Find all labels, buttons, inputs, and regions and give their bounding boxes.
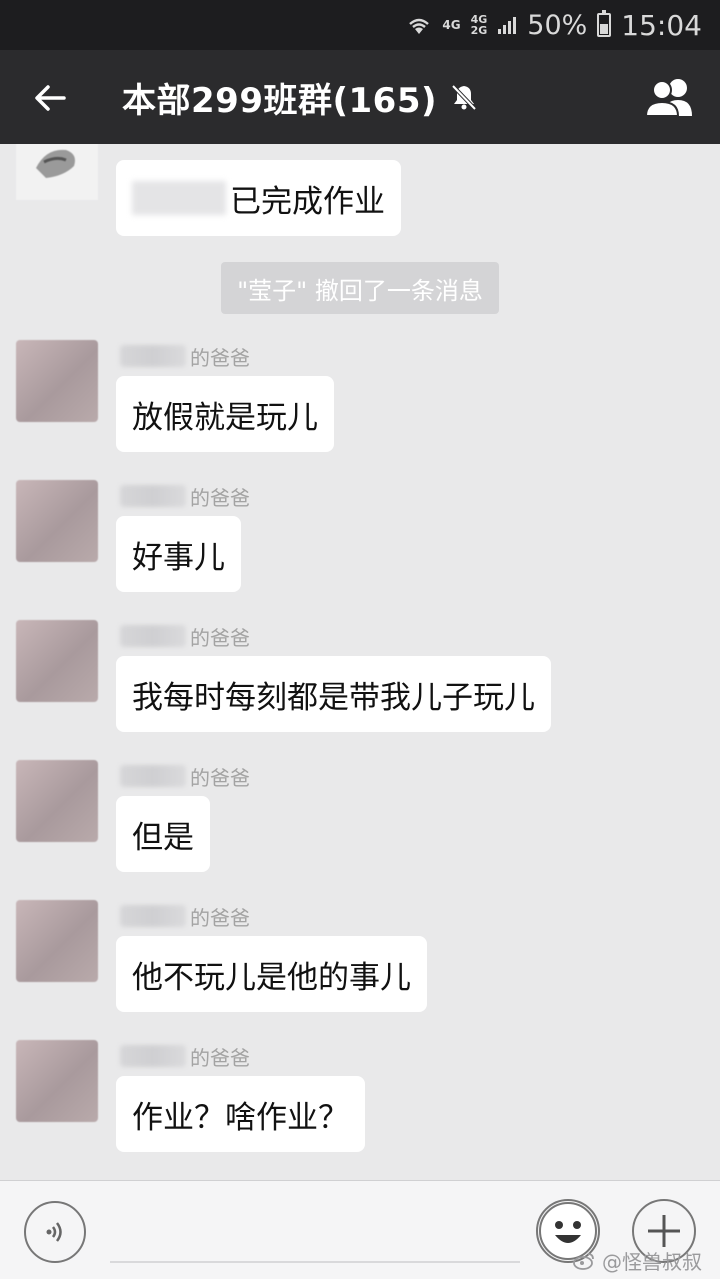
chat-messages[interactable]: 已完成作业 "莹子" 撤回了一条消息 的爸爸 放假就是玩儿 的爸爸 好事儿 的爸… — [0, 144, 720, 1180]
message-bubble[interactable]: 我每时每刻都是带我儿子玩儿 — [116, 656, 551, 732]
message-bubble[interactable]: 好事儿 — [116, 516, 241, 592]
sender-suffix: 的爸爸 — [190, 1045, 250, 1070]
battery-icon — [597, 10, 612, 37]
blurred-name — [120, 345, 186, 367]
sender-suffix: 的爸爸 — [190, 765, 250, 790]
avatar[interactable] — [16, 760, 98, 842]
voice-button[interactable] — [24, 1201, 86, 1263]
avatar[interactable] — [16, 620, 98, 702]
blurred-name — [120, 765, 186, 787]
blurred-name — [120, 1045, 186, 1067]
battery-percent: 50% — [527, 9, 588, 41]
title-wrap: 本部299班群(165) — [122, 50, 479, 144]
network-type: 4G — [442, 18, 461, 32]
network-stack: 4G 2G — [471, 14, 488, 36]
avatar[interactable] — [16, 900, 98, 982]
sender-suffix: 的爸爸 — [190, 485, 250, 510]
avatar[interactable] — [16, 1040, 98, 1122]
blurred-name — [120, 625, 186, 647]
message-bubble[interactable]: 放假就是玩儿 — [116, 376, 334, 452]
message-text: 他不玩儿是他的事儿 — [132, 959, 411, 996]
chat-header: 本部299班群(165) — [0, 50, 720, 144]
group-members-icon[interactable] — [642, 76, 698, 118]
sender-name: 的爸爸 — [120, 762, 250, 790]
message-text: 好事儿 — [132, 539, 225, 576]
watermark: @怪兽叔叔 — [572, 1246, 702, 1275]
sender-suffix: 的爸爸 — [190, 345, 250, 370]
message-bubble[interactable]: 已完成作业 — [116, 160, 401, 236]
avatar[interactable] — [16, 144, 98, 200]
sender-name: 的爸爸 — [120, 482, 250, 510]
weibo-logo-icon — [573, 1252, 594, 1270]
bell-off-icon — [451, 84, 477, 111]
network-stack-bottom: 2G — [470, 24, 488, 37]
message-bubble[interactable]: 作业？啥作业？ — [116, 1076, 365, 1152]
signal-icon — [498, 17, 517, 34]
avatar[interactable] — [16, 340, 98, 422]
back-arrow-icon[interactable] — [30, 78, 70, 118]
message-bubble[interactable]: 他不玩儿是他的事儿 — [116, 936, 427, 1012]
status-bar: 4G 4G 2G 50% 15:04 — [0, 0, 720, 50]
message-text: 已完成作业 — [230, 183, 385, 220]
avatar-image — [36, 149, 75, 178]
blurred-name — [120, 485, 186, 507]
message-text: 但是 — [132, 819, 194, 856]
recall-notice: "莹子" 撤回了一条消息 — [221, 262, 499, 314]
sender-name: 的爸爸 — [120, 1042, 250, 1070]
watermark-text: @怪兽叔叔 — [602, 1250, 702, 1274]
message-input[interactable] — [110, 1261, 520, 1263]
blurred-name — [120, 905, 186, 927]
sender-name: 的爸爸 — [120, 902, 250, 930]
sender-name: 的爸爸 — [120, 622, 250, 650]
avatar[interactable] — [16, 480, 98, 562]
message-text: 作业？啥作业？ — [132, 1099, 349, 1136]
clock: 15:04 — [621, 8, 702, 42]
voice-icon — [46, 1222, 62, 1242]
message-text: 放假就是玩儿 — [132, 399, 318, 436]
sender-suffix: 的爸爸 — [190, 625, 250, 650]
message-bubble[interactable]: 但是 — [116, 796, 210, 872]
chat-title: 本部299班群(165) — [122, 80, 438, 121]
blurred-name — [132, 181, 226, 215]
message-text: 我每时每刻都是带我儿子玩儿 — [132, 679, 535, 716]
wifi-icon — [409, 18, 430, 34]
sender-suffix: 的爸爸 — [190, 905, 250, 930]
status-bar-right: 4G 4G 2G 50% 15:04 — [406, 0, 702, 50]
sender-name: 的爸爸 — [120, 342, 250, 370]
